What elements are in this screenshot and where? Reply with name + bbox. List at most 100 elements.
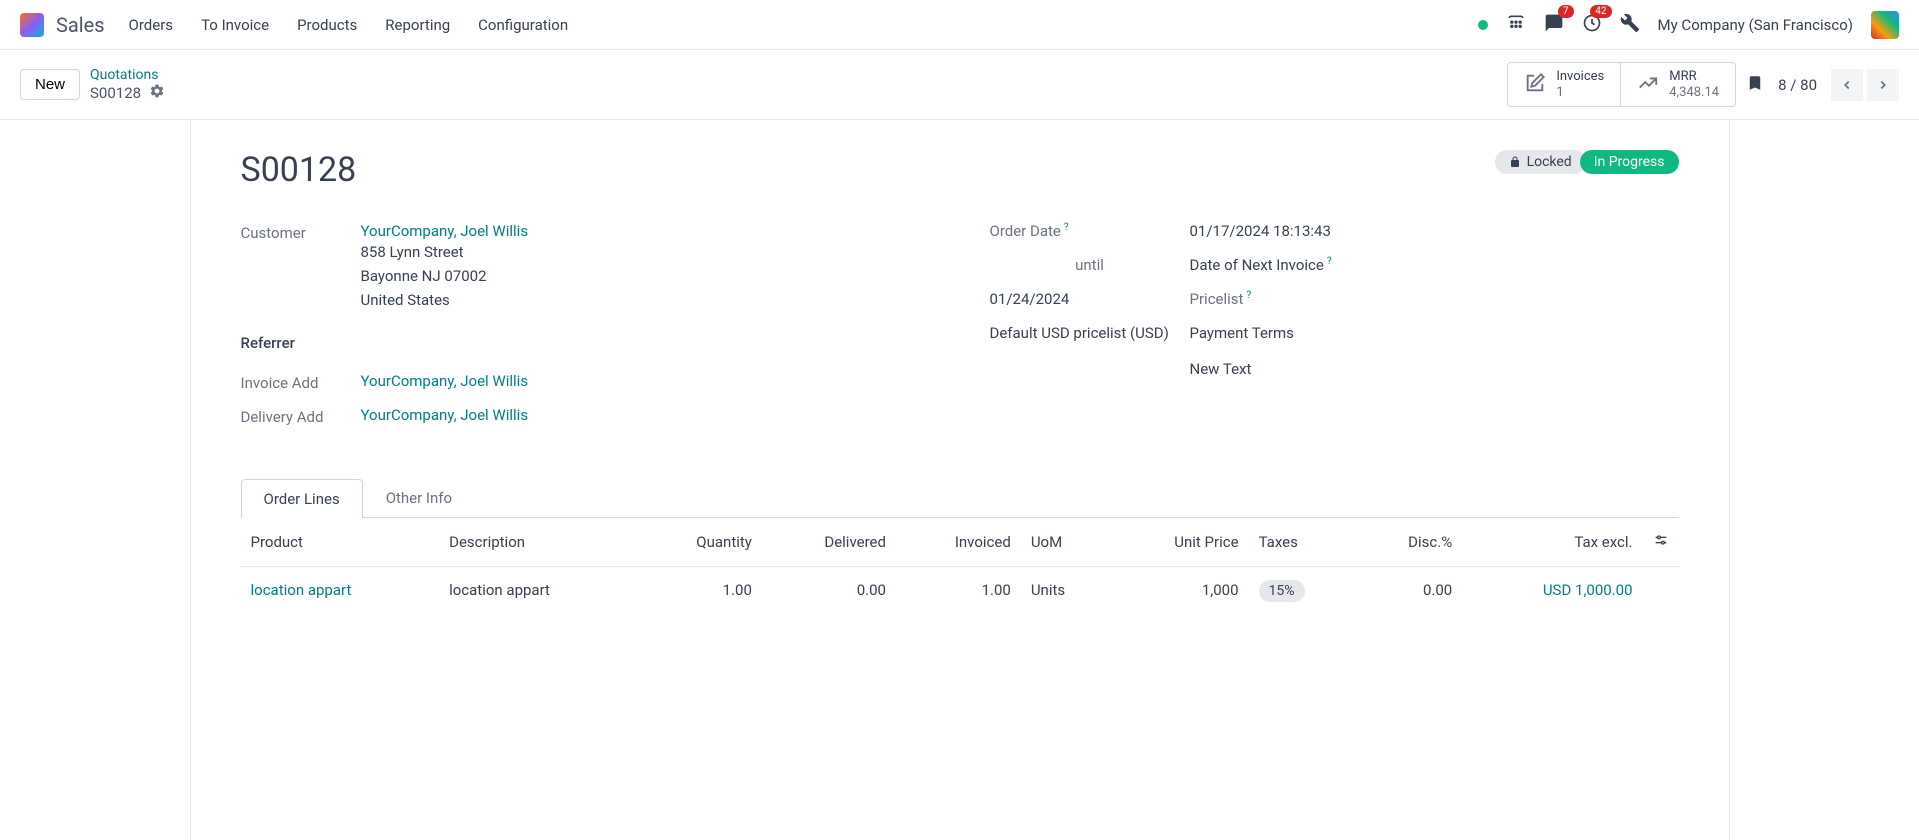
order-lines-table: Product Description Quantity Delivered I… — [241, 518, 1679, 613]
module-name[interactable]: Sales — [56, 13, 105, 37]
delivery-addr-link[interactable]: YourCompany, Joel Willis — [361, 406, 529, 424]
pager-area: 8 / 80 — [1746, 69, 1899, 101]
locked-text: Locked — [1527, 154, 1572, 170]
pricelist-value: Default USD pricelist (USD) — [990, 324, 1190, 342]
col-quantity[interactable]: Quantity — [638, 518, 762, 567]
col-unitprice[interactable]: Unit Price — [1110, 518, 1249, 567]
tabs: Order Lines Other Info — [241, 478, 1679, 518]
payment-terms-label: Payment Terms — [1190, 324, 1679, 342]
status-bar: Locked In Progress — [1495, 150, 1679, 174]
menu-configuration[interactable]: Configuration — [478, 16, 568, 34]
new-text-value[interactable]: New Text — [1190, 360, 1679, 378]
col-invoiced[interactable]: Invoiced — [896, 518, 1021, 567]
form-left-col: Customer YourCompany, Joel Willis 858 Ly… — [241, 222, 930, 438]
lock-icon — [1509, 156, 1521, 168]
table-header-row: Product Description Quantity Delivered I… — [241, 518, 1679, 567]
col-disc[interactable]: Disc.% — [1357, 518, 1462, 567]
tools-icon[interactable] — [1620, 13, 1640, 37]
activities-icon[interactable]: 42 — [1582, 13, 1602, 37]
addr-line2: Bayonne NJ 07002 — [361, 264, 930, 288]
help-icon[interactable]: ? — [1064, 222, 1069, 233]
table-row[interactable]: location appart location appart 1.00 0.0… — [241, 567, 1679, 614]
record-title: S00128 — [241, 150, 357, 190]
cell-product[interactable]: location appart — [241, 567, 440, 614]
stat-invoices-value: 1 — [1556, 85, 1604, 101]
breadcrumb-current-text: S00128 — [90, 84, 141, 102]
addr-line3: United States — [361, 288, 930, 312]
presence-dot-icon[interactable] — [1478, 20, 1488, 30]
customer-label: Customer — [241, 222, 361, 242]
tab-other-info[interactable]: Other Info — [363, 478, 475, 517]
col-uom[interactable]: UoM — [1021, 518, 1110, 567]
order-date-value: 01/17/2024 18:13:43 — [1190, 222, 1679, 240]
help-icon[interactable]: ? — [1246, 290, 1251, 301]
col-product[interactable]: Product — [241, 518, 440, 567]
tab-order-lines[interactable]: Order Lines — [241, 479, 363, 518]
trend-up-icon — [1637, 72, 1659, 98]
breadcrumb: Quotations S00128 — [90, 67, 165, 103]
tax-pill: 15% — [1259, 580, 1305, 602]
customer-link[interactable]: YourCompany, Joel Willis — [361, 222, 529, 240]
col-delivered[interactable]: Delivered — [762, 518, 896, 567]
until-label: until — [990, 256, 1190, 274]
cell-uom[interactable]: Units — [1021, 567, 1110, 614]
cell-delivered[interactable]: 0.00 — [762, 567, 896, 614]
help-icon[interactable]: ? — [1327, 256, 1332, 267]
order-date-label: Order Date? — [990, 222, 1190, 240]
company-selector[interactable]: My Company (San Francisco) — [1658, 16, 1853, 34]
cell-quantity[interactable]: 1.00 — [638, 567, 762, 614]
pricelist-label: Pricelist? — [1190, 290, 1679, 308]
pencil-square-icon — [1524, 72, 1546, 98]
col-taxexcl[interactable]: Tax excl. — [1462, 518, 1642, 567]
col-description[interactable]: Description — [439, 518, 638, 567]
invoice-addr-label: Invoice Add — [241, 372, 361, 392]
referrer-label: Referrer — [241, 332, 361, 352]
menu-reporting[interactable]: Reporting — [385, 16, 450, 34]
pager-prev-button[interactable] — [1831, 69, 1863, 101]
pager-next-button[interactable] — [1867, 69, 1899, 101]
addr-line1: 858 Lynn Street — [361, 240, 930, 264]
form-sheet: S00128 Locked In Progress Customer YourC… — [190, 120, 1730, 840]
cell-taxes[interactable]: 15% — [1249, 567, 1357, 614]
menu-orders[interactable]: Orders — [129, 16, 174, 34]
messages-badge: 7 — [1558, 5, 1574, 18]
cell-taxexcl[interactable]: USD 1,000.00 — [1462, 567, 1642, 614]
form-right-col: Order Date? 01/17/2024 18:13:43 until Da… — [990, 222, 1679, 438]
pager-text[interactable]: 8 / 80 — [1778, 76, 1817, 94]
app-logo-icon[interactable] — [20, 13, 44, 37]
stat-mrr-label: MRR — [1669, 69, 1719, 85]
new-button[interactable]: New — [20, 69, 80, 100]
cell-unitprice[interactable]: 1,000 — [1110, 567, 1249, 614]
control-panel: New Quotations S00128 Invoices 1 — [0, 50, 1919, 120]
activities-badge: 42 — [1590, 5, 1611, 18]
menu-to-invoice[interactable]: To Invoice — [201, 16, 269, 34]
until-value: Date of Next Invoice? — [1190, 256, 1679, 274]
until-date: 01/24/2024 — [990, 290, 1190, 308]
user-avatar[interactable] — [1871, 11, 1899, 39]
stat-invoices-label: Invoices — [1556, 69, 1604, 85]
menu-products[interactable]: Products — [297, 16, 357, 34]
nav-right: 7 42 My Company (San Francisco) — [1478, 11, 1899, 39]
stat-invoices[interactable]: Invoices 1 — [1508, 63, 1620, 106]
top-nav: Sales Orders To Invoice Products Reporti… — [0, 0, 1919, 50]
bookmark-icon[interactable] — [1746, 72, 1764, 98]
cell-disc[interactable]: 0.00 — [1357, 567, 1462, 614]
locked-badge: Locked — [1495, 150, 1586, 174]
stat-buttons: Invoices 1 MRR 4,348.14 — [1507, 62, 1736, 107]
col-settings-icon[interactable] — [1643, 518, 1679, 567]
gear-icon[interactable] — [149, 83, 165, 103]
main-menu: Orders To Invoice Products Reporting Con… — [129, 16, 569, 34]
col-taxes[interactable]: Taxes — [1249, 518, 1357, 567]
status-badge[interactable]: In Progress — [1580, 150, 1679, 174]
cell-description[interactable]: location appart — [439, 567, 638, 614]
invoice-addr-link[interactable]: YourCompany, Joel Willis — [361, 372, 529, 390]
cell-invoiced[interactable]: 1.00 — [896, 567, 1021, 614]
delivery-addr-label: Delivery Add — [241, 406, 361, 426]
grid-icon[interactable] — [1506, 13, 1526, 37]
customer-address: 858 Lynn Street Bayonne NJ 07002 United … — [361, 240, 930, 312]
stat-mrr-value: 4,348.14 — [1669, 85, 1719, 101]
messages-icon[interactable]: 7 — [1544, 13, 1564, 37]
breadcrumb-parent[interactable]: Quotations — [90, 67, 165, 83]
breadcrumb-current: S00128 — [90, 83, 165, 103]
stat-mrr[interactable]: MRR 4,348.14 — [1620, 63, 1735, 106]
